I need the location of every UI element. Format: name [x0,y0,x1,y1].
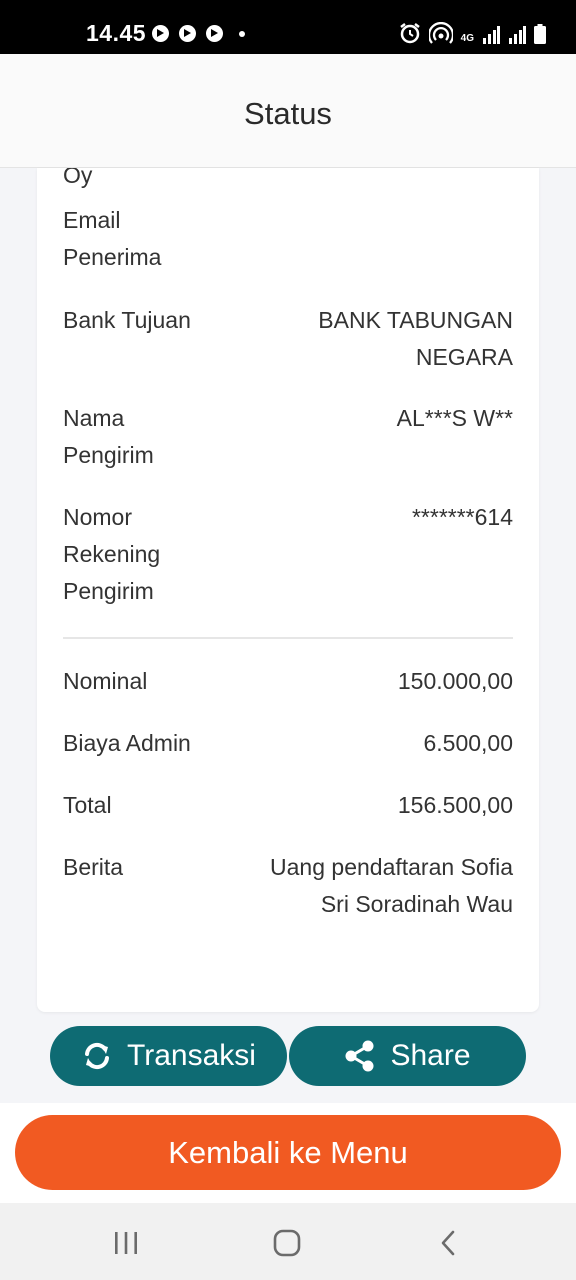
detail-value: *******614 [411,504,513,530]
detail-label: Berita [63,854,124,880]
refresh-icon [85,1042,110,1070]
transaction-detail-card: Oy Email Penerima Bank Tujuan BANK TABUN… [37,168,539,1012]
transaction-button-label: Transaksi [127,1039,256,1072]
signal-icon [509,26,526,44]
back-to-menu-label: Kembali ke Menu [168,1134,408,1170]
system-icons: 4G [399,22,546,44]
detail-value: Uang pendaftaran Sofia Sri Soradinah Wau [270,854,513,917]
detail-label: Nomor Rekening Pengirim [63,504,161,604]
detail-value: AL***S W** [396,405,513,431]
detail-label: Nama Pengirim [63,405,154,468]
home-button[interactable] [267,1225,307,1261]
detail-row-bank: Bank Tujuan BANK TABUNGAN NEGARA [63,302,513,376]
share-button-label: Share [390,1039,471,1072]
network-type-label: 4G [460,33,474,44]
detail-value: BANK TABUNGAN NEGARA [318,307,513,370]
share-icon [345,1040,374,1072]
detail-row-sender-name: Nama Pengirim AL***S W** [63,400,513,474]
more-notifications-dot-icon [239,30,245,37]
notification-icon [206,25,223,42]
detail-label: Bank Tujuan [63,307,191,333]
back-button[interactable] [428,1225,468,1261]
page-title: Status [244,96,332,131]
hotspot-icon [428,22,453,44]
detail-row-nominal: Nominal 150.000,00 [63,663,513,700]
status-bar: 14.45 4G [0,0,576,54]
detail-value [253,202,513,276]
detail-label: Email Penerima [63,207,162,270]
recent-apps-button[interactable] [106,1225,146,1261]
alarm-icon [399,23,420,44]
detail-label: Biaya Admin [63,730,191,756]
divider [63,637,513,639]
detail-value: 6.500,00 [423,730,513,756]
battery-icon [534,24,546,44]
back-icon [441,1230,455,1256]
detail-label: Nominal [63,668,148,694]
app-header: Status [0,54,576,168]
share-button[interactable]: Share [289,1026,526,1086]
home-icon [273,1229,301,1257]
detail-row-email: Email Penerima [63,202,513,276]
cut-off-text: Oy [63,168,93,188]
notification-icon [179,25,196,42]
detail-label: Total [63,792,112,818]
transaction-button[interactable]: Transaksi [50,1026,287,1086]
detail-value: 150.000,00 [397,668,513,694]
detail-row-sender-account: Nomor Rekening Pengirim *******614 [63,499,513,610]
recent-apps-icon [115,1232,137,1254]
notification-icons [152,25,245,42]
detail-row-admin-fee: Biaya Admin 6.500,00 [63,725,513,762]
status-time: 14.45 [86,20,147,46]
signal-icon [483,26,500,44]
system-navigation-bar [0,1203,576,1280]
back-to-menu-button[interactable]: Kembali ke Menu [15,1115,561,1190]
detail-value: 156.500,00 [397,792,513,818]
notification-icon [152,25,169,42]
detail-row-message: Berita Uang pendaftaran Sofia Sri Soradi… [63,849,513,923]
detail-row-total: Total 156.500,00 [63,787,513,824]
